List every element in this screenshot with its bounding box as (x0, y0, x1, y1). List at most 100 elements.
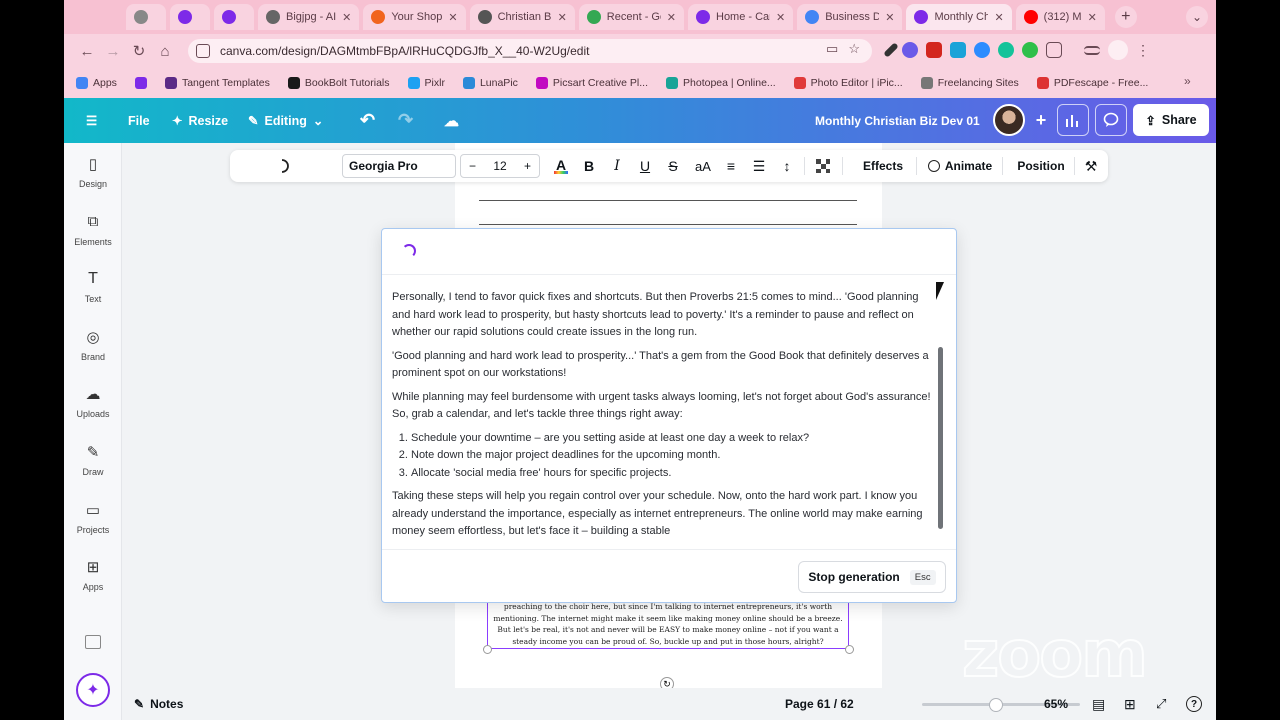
browser-tab[interactable]: Your Shop ✕ (363, 4, 466, 30)
selection-handle[interactable] (845, 645, 854, 654)
rail-item-text[interactable]: T Text (64, 262, 122, 312)
redo-icon[interactable]: ↷ (398, 98, 413, 143)
on-extension-icon[interactable] (1022, 42, 1038, 58)
image-placeholder-icon[interactable] (85, 635, 101, 649)
rail-item-elements[interactable]: ⧉ Elements (64, 205, 122, 255)
insights-icon[interactable] (1057, 104, 1089, 136)
avatar[interactable] (993, 104, 1025, 136)
browser-tab[interactable]: (312) M ✕ (1015, 4, 1105, 30)
font-family-dropdown[interactable]: Georgia Pro (342, 154, 456, 178)
browser-tab[interactable]: Bigjpg - AI ✕ (258, 4, 360, 30)
decrease-size-button[interactable]: − (469, 159, 476, 173)
underline-icon[interactable]: U (634, 150, 656, 182)
acrobat-extension-icon[interactable] (926, 42, 942, 58)
close-tab-icon[interactable]: ✕ (1088, 11, 1097, 24)
bullet-list-icon[interactable]: ☰ (748, 150, 770, 182)
rail-item-brand[interactable]: ◎ Brand (64, 320, 122, 370)
bookmark-item[interactable]: Pixlr (407, 77, 445, 89)
browser-tab[interactable] (170, 4, 210, 30)
position-button[interactable]: Position (1008, 150, 1074, 182)
dialog-scrollbar[interactable] (938, 347, 943, 529)
gear-extension-icon[interactable] (902, 42, 918, 58)
bookmark-item[interactable]: Tangent Templates (164, 77, 270, 89)
align-center-icon[interactable]: ≡ (720, 150, 742, 182)
forward-icon[interactable]: → (100, 38, 126, 64)
bookmarks-overflow-icon[interactable]: » (1184, 74, 1191, 88)
bookmark-item[interactable]: BookBolt Tutorials (287, 77, 390, 89)
rail-item-projects[interactable]: ▭ Projects (64, 493, 122, 543)
browser-tab[interactable] (214, 4, 254, 30)
bookmark-item[interactable] (134, 77, 147, 89)
close-tab-icon[interactable]: ✕ (558, 11, 567, 24)
rail-item-apps[interactable]: ⊞ Apps (64, 550, 122, 600)
undo-icon[interactable]: ↶ (360, 98, 375, 143)
page-view-icon[interactable]: ▤ (1092, 688, 1105, 720)
bookmark-item[interactable]: LunaPic (462, 77, 518, 89)
design-title[interactable]: Monthly Christian Biz Dev 01 (815, 98, 980, 143)
browser-tab[interactable]: Home - Can ✕ (688, 4, 794, 30)
bookmark-item[interactable]: Photopea | Online... (666, 77, 776, 89)
italic-icon[interactable]: I (606, 150, 628, 182)
profile-icon[interactable] (1108, 40, 1128, 60)
zoom-slider-thumb[interactable] (989, 698, 1004, 712)
zoom-percentage[interactable]: 65% (1044, 688, 1068, 720)
bold-icon[interactable]: B (578, 150, 600, 182)
transparency-icon[interactable] (812, 150, 834, 182)
eyedropper-extension-icon[interactable] (883, 42, 899, 58)
browser-tab[interactable]: Monthly Chr ✕ (906, 4, 1012, 30)
puzzle-extensions-icon[interactable] (1046, 42, 1062, 58)
reading-list-icon[interactable] (1084, 45, 1100, 55)
close-tab-icon[interactable]: ✕ (342, 11, 351, 24)
font-size-value[interactable]: 12 (493, 159, 506, 173)
home-icon[interactable]: ⌂ (152, 38, 178, 64)
paint-roller-icon[interactable]: ⚒ (1080, 150, 1102, 182)
selection-handle[interactable] (483, 645, 492, 654)
grammarly-extension-icon[interactable] (998, 42, 1014, 58)
new-tab-button[interactable]: + (1114, 6, 1137, 28)
back-icon[interactable]: ← (74, 38, 100, 64)
browser-tab[interactable] (126, 4, 166, 30)
letter-case-icon[interactable]: aA (690, 150, 716, 182)
cloud-saved-icon[interactable]: ☁ (444, 98, 459, 143)
screenshot-extension-icon[interactable] (950, 42, 966, 58)
fullscreen-icon[interactable]: ⤢ (1156, 688, 1166, 720)
reload-icon[interactable]: ↻ (126, 38, 152, 64)
tab-search-button[interactable]: ⌄ (1186, 6, 1208, 28)
file-menu[interactable]: File (128, 98, 150, 143)
close-tab-icon[interactable]: ✕ (885, 11, 894, 24)
font-size-stepper[interactable]: − 12 + (460, 154, 540, 178)
rail-item-design[interactable]: ▯ Design (64, 147, 122, 197)
bookmark-item[interactable]: Picsart Creative Pl... (535, 77, 648, 89)
close-tab-icon[interactable]: ✕ (448, 11, 457, 24)
bookmark-item[interactable]: Photo Editor | iPic... (793, 77, 903, 89)
zoom-extension-icon[interactable] (974, 42, 990, 58)
browser-tab[interactable]: Recent - Gc ✕ (578, 4, 684, 30)
close-tab-icon[interactable]: ✕ (667, 11, 676, 24)
editing-mode-button[interactable]: ✎ Editing ⌄ (248, 98, 323, 143)
close-tab-icon[interactable]: ✕ (776, 11, 785, 24)
strikethrough-icon[interactable]: S (662, 150, 684, 182)
page-body-text[interactable]: preaching to the choir here, but since I… (487, 601, 849, 647)
help-button[interactable]: ? (1186, 688, 1202, 720)
animate-button[interactable]: Animate (922, 150, 998, 182)
main-menu-icon[interactable]: ☰ (86, 98, 97, 143)
share-button[interactable]: ⇪ Share (1133, 104, 1209, 136)
address-bar[interactable]: canva.com/design/DAGMtmbFBpA/lRHuCQDGJfb… (188, 39, 872, 63)
rail-item-uploads[interactable]: ☁ Uploads (64, 377, 122, 427)
grid-view-icon[interactable]: ⊞ (1124, 688, 1136, 720)
resize-button[interactable]: ✦ Resize (172, 98, 228, 143)
bookmark-item[interactable]: Apps (76, 77, 117, 89)
text-color-button[interactable]: A (550, 150, 572, 182)
site-info-icon[interactable] (196, 44, 210, 58)
increase-size-button[interactable]: + (524, 159, 531, 173)
magic-sparkle-button[interactable]: ✦ (76, 673, 110, 707)
close-tab-icon[interactable]: ✕ (994, 11, 1003, 24)
bookmark-item[interactable]: PDFescape - Free... (1036, 77, 1148, 89)
browser-tab[interactable]: Business Di ✕ (797, 4, 903, 30)
stop-generation-button[interactable]: Stop generation Esc (798, 561, 946, 593)
install-icon[interactable]: ▭ (826, 41, 838, 57)
browser-tab[interactable]: Christian Bi ✕ (469, 4, 575, 30)
bookmark-item[interactable]: Freelancing Sites (920, 77, 1019, 89)
effects-button[interactable]: Effects (850, 150, 916, 182)
comments-icon[interactable] (1095, 104, 1127, 136)
